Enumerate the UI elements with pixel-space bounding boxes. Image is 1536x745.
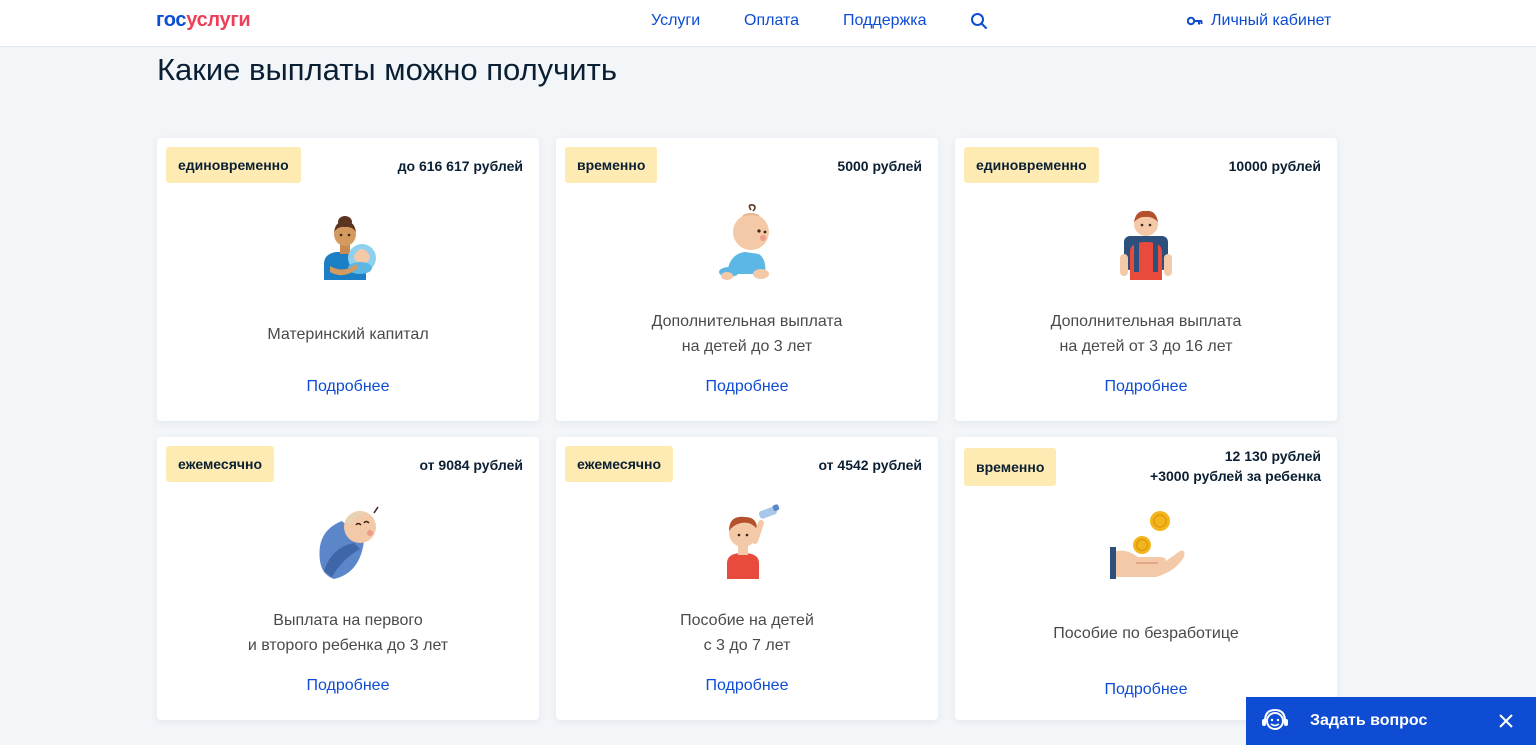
- nav-item-support[interactable]: Поддержка: [843, 12, 926, 30]
- payment-card-maternity-capital: единовременно до 616 617 рублей Материнс…: [157, 138, 539, 421]
- logo-part-gos: гос: [156, 9, 187, 31]
- payment-amount-main: от 4542 рублей: [818, 457, 922, 473]
- payment-amount-main: от 9084 рублей: [419, 457, 523, 473]
- swaddled-baby-icon: [319, 506, 379, 579]
- key-icon: [1187, 16, 1203, 26]
- page-title: Какие выплаты можно получить: [157, 52, 617, 87]
- top-header: госуслуги Услуги Оплата Поддержка Личный…: [0, 0, 1536, 47]
- payment-frequency-badge: единовременно: [964, 147, 1099, 183]
- payment-frequency-badge: временно: [964, 448, 1057, 486]
- payment-frequency-badge: ежемесячно: [166, 446, 274, 482]
- close-icon[interactable]: [1498, 713, 1514, 729]
- more-details-link[interactable]: Подробнее: [955, 378, 1337, 396]
- payment-card-3-to-7: ежемесячно от 4542 рублей Пособие на дет…: [556, 437, 938, 720]
- payment-title: Выплата на первого и второго ребенка до …: [247, 612, 449, 654]
- logo-part-uslugi: услуги: [186, 9, 251, 31]
- child-with-toy-icon: [727, 504, 780, 579]
- payment-amount-main: 5000 рублей: [837, 158, 922, 174]
- payment-amount: 12 130 рублей +3000 рублей за ребенка: [1150, 446, 1321, 486]
- payment-amount: от 4542 рублей: [818, 455, 922, 475]
- ask-question-widget[interactable]: Задать вопрос: [1246, 697, 1536, 745]
- payment-card-unemployment: временно 12 130 рублей +3000 рублей за р…: [955, 437, 1337, 720]
- personal-account-label: Личный кабинет: [1211, 12, 1332, 29]
- support-agent-icon: [1262, 708, 1288, 730]
- personal-account-link[interactable]: Личный кабинет: [1187, 12, 1331, 30]
- payment-amount: 5000 рублей: [837, 156, 922, 176]
- more-details-link[interactable]: Подробнее: [157, 677, 539, 695]
- payment-amount: до 616 617 рублей: [398, 156, 523, 176]
- more-details-link[interactable]: Подробнее: [556, 378, 938, 396]
- payment-amount-extra: +3000 рублей за ребенка: [1150, 468, 1321, 484]
- payment-title: Пособие на детей с 3 до 7 лет: [680, 612, 814, 654]
- payment-title: Дополнительная выплата на детей до 3 лет: [651, 313, 843, 355]
- nav-item-services[interactable]: Услуги: [651, 12, 700, 30]
- payment-amount-main: 12 130 рублей: [1224, 448, 1321, 464]
- crawling-baby-icon: [719, 204, 769, 280]
- hand-with-coins-icon: [1110, 511, 1185, 579]
- more-details-link[interactable]: Подробнее: [157, 378, 539, 396]
- payment-card-first-second-child: ежемесячно от 9084 рублей Выплата на пер…: [157, 437, 539, 720]
- payment-frequency-badge: ежемесячно: [565, 446, 673, 482]
- nav-item-payment[interactable]: Оплата: [744, 12, 799, 30]
- payment-frequency-badge: единовременно: [166, 147, 301, 183]
- search-icon[interactable]: [970, 12, 988, 30]
- payment-amount-main: до 616 617 рублей: [397, 158, 523, 174]
- payment-frequency-badge: временно: [565, 147, 658, 183]
- gosuslugi-logo[interactable]: госуслуги: [156, 9, 251, 32]
- mother-with-baby-icon: [324, 216, 376, 280]
- payment-amount-main: 10000 рублей: [1228, 158, 1321, 174]
- payment-amount: 10000 рублей: [1229, 156, 1321, 176]
- payment-card-3-to-16: единовременно 10000 рублей Дополнительна…: [955, 138, 1337, 421]
- ask-question-label: Задать вопрос: [1310, 712, 1428, 729]
- payment-title: Дополнительная выплата на детей от 3 до …: [1050, 313, 1242, 355]
- payment-card-under-3: временно 5000 рублей Дополнительная выпл…: [556, 138, 938, 421]
- payment-amount: от 9084 рублей: [419, 455, 523, 475]
- more-details-link[interactable]: Подробнее: [556, 677, 938, 695]
- payment-title: Материнский капитал: [267, 325, 429, 343]
- schoolboy-icon: [1120, 210, 1172, 280]
- payment-title: Пособие по безработице: [1053, 624, 1239, 642]
